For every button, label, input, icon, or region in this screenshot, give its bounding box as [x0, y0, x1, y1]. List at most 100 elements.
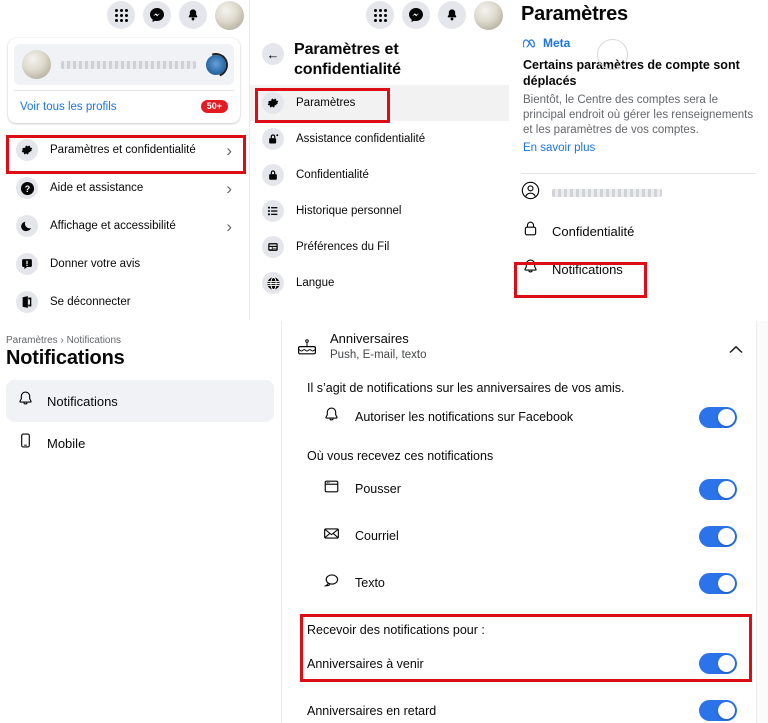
switch-profile-icon[interactable]: [206, 54, 226, 75]
messenger-icon[interactable]: [143, 1, 171, 29]
logout-icon: [16, 291, 38, 313]
birthday-section-subtitle: Push, E-mail, texto: [330, 349, 427, 362]
menu-item-label: Donner votre avis: [50, 258, 141, 270]
page-title: Paramètres: [521, 3, 628, 25]
channel-label: Texto: [355, 576, 385, 591]
menu-item-label: Affichage et accessibilité: [50, 220, 176, 232]
settings-item-confidentialite[interactable]: Confidentialité: [250, 157, 509, 193]
learn-more-link[interactable]: En savoir plus: [523, 142, 754, 154]
receive-toggle-belated[interactable]: [699, 700, 737, 722]
menu-item-settings-privacy[interactable]: Paramètres et confidentialité ›: [8, 131, 240, 169]
birthday-section: Anniversaires Push, E-mail, texto Il s’a…: [282, 321, 768, 722]
settings-privacy-title: Paramètres et confidentialité: [294, 41, 401, 78]
meta-logo-icon: [523, 38, 535, 47]
menu-item-label: Aide et assistance: [50, 182, 144, 194]
nav-item-mobile[interactable]: Mobile: [6, 422, 274, 464]
grid-menu-icon[interactable]: [107, 1, 135, 29]
settings-item-label: Préférences du Fil: [296, 241, 390, 254]
settings-privacy-header: ← Paramètres et confidentialité: [250, 30, 509, 85]
channel-toggle-push[interactable]: [699, 478, 737, 500]
see-all-profiles-label: Voir tous les profils: [20, 100, 117, 113]
bell-icon[interactable]: [179, 1, 207, 29]
placeholder-image-circle: [597, 39, 628, 70]
allow-facebook-notifications-toggle[interactable]: [699, 406, 737, 428]
meta-card-title: Certains paramètres de compte sont dépla…: [523, 58, 740, 89]
birthday-cake-icon: [296, 331, 318, 363]
channel-toggle-email[interactable]: [699, 525, 737, 547]
lock-icon: [262, 164, 284, 187]
channel-row-email[interactable]: Courriel: [322, 524, 743, 548]
channel-row-push[interactable]: Pousser: [322, 477, 743, 501]
mobile-phone-icon: [16, 431, 35, 455]
channel-toggle-sms[interactable]: [699, 572, 737, 594]
settings-item-privacy-checkup[interactable]: Assistance confidentialité: [250, 121, 509, 157]
nav-item-label: Mobile: [47, 435, 86, 451]
envelope-icon: [322, 524, 341, 548]
grid-menu-icon[interactable]: [366, 1, 394, 29]
facebook-top-bar-left: [0, 0, 248, 30]
meta-account-center-card: Meta Certains paramètres de compte sont …: [509, 34, 768, 164]
settings-privacy-items: Paramètres Assistance confidentialité Co…: [250, 85, 509, 301]
menu-item-label: Se déconnecter: [50, 296, 131, 308]
facebook-top-bar-middle: [250, 0, 509, 30]
menu-item-help-support[interactable]: ? Aide et assistance ›: [8, 169, 240, 207]
settings-page-panel: Paramètres Meta Certains paramètres de c…: [509, 0, 768, 320]
menu-item-label: Paramètres et confidentialité: [50, 144, 196, 156]
settings-privacy-panel: ← Paramètres et confidentialité Paramètr…: [249, 0, 509, 320]
settings-item-label: Paramètres: [296, 97, 356, 110]
current-profile-row[interactable]: [14, 44, 234, 85]
meta-brand: Meta: [523, 36, 754, 50]
menu-item-display-accessibility[interactable]: Affichage et accessibilité ›: [8, 207, 240, 245]
allow-facebook-notifications-row[interactable]: Autoriser les notifications sur Facebook: [322, 405, 743, 429]
settings-item-feed-preferences[interactable]: Préférences du Fil: [250, 229, 509, 265]
account-menu-panel: Voir tous les profils 50+ Paramètres et …: [0, 0, 248, 320]
avatar[interactable]: [215, 0, 244, 30]
chevron-up-icon[interactable]: [729, 331, 743, 357]
notifications-nav-items: Notifications Mobile: [0, 380, 280, 464]
meta-card-body: Bientôt, le Centre des comptes sera le p…: [523, 93, 754, 136]
bell-icon[interactable]: [438, 1, 466, 29]
settings-item-label: Historique personnel: [296, 205, 402, 218]
receive-row-label: Anniversaires à venir: [307, 656, 424, 671]
meta-brand-label: Meta: [543, 36, 571, 50]
avatar[interactable]: [474, 0, 503, 30]
settings-nav-notifications[interactable]: Notifications: [509, 250, 768, 288]
settings-nav-label: Confidentialité: [552, 223, 635, 239]
settings-nav-account[interactable]: [509, 174, 768, 212]
channel-row-sms[interactable]: Texto: [322, 571, 743, 595]
menu-item-feedback[interactable]: Donner votre avis: [8, 245, 240, 283]
gear-icon: [262, 92, 284, 115]
messenger-icon[interactable]: [402, 1, 430, 29]
back-arrow-icon[interactable]: ←: [262, 43, 284, 65]
nav-item-label: Notifications: [47, 393, 118, 409]
settings-page-nav: Confidentialité Notifications: [509, 174, 768, 288]
chevron-right-icon: ›: [226, 140, 232, 160]
account-menu-items: Paramètres et confidentialité › ? Aide e…: [0, 131, 248, 321]
settings-item-parametres[interactable]: Paramètres: [250, 85, 509, 122]
receive-toggle-upcoming[interactable]: [699, 653, 737, 675]
see-all-profiles-row[interactable]: Voir tous les profils 50+: [14, 90, 234, 119]
menu-item-logout[interactable]: Se déconnecter: [8, 283, 240, 321]
profiles-count-badge: 50+: [200, 100, 228, 113]
birthday-description: Il s’agit de notifications sur les anniv…: [307, 381, 625, 396]
settings-item-langue[interactable]: Langue: [250, 265, 509, 301]
birthday-notifications-panel: Anniversaires Push, E-mail, texto Il s’a…: [281, 321, 768, 723]
birthday-section-header[interactable]: Anniversaires Push, E-mail, texto: [296, 331, 743, 363]
scrollbar[interactable]: [756, 321, 768, 723]
receive-row-label: Anniversaires en retard: [307, 703, 437, 718]
receive-row-belated[interactable]: Anniversaires en retard: [307, 700, 743, 722]
page-title: Notifications: [6, 347, 125, 369]
feedback-icon: [16, 253, 38, 275]
chevron-right-icon: ›: [226, 178, 232, 198]
settings-nav-confidentialite[interactable]: Confidentialité: [509, 212, 768, 250]
settings-item-label: Assistance confidentialité: [296, 133, 426, 146]
notifications-nav-panel: Paramètres › Notifications Notifications…: [0, 321, 280, 723]
svg-text:?: ?: [24, 183, 29, 193]
receive-row-upcoming[interactable]: Anniversaires à venir: [307, 653, 743, 675]
settings-item-activity-log[interactable]: Historique personnel: [250, 193, 509, 229]
account-menu-card: Voir tous les profils 50+: [8, 38, 240, 123]
nav-item-notifications[interactable]: Notifications: [6, 380, 274, 422]
allow-facebook-notifications-label: Autoriser les notifications sur Facebook: [355, 410, 574, 425]
activity-log-icon: [262, 200, 284, 223]
birthday-section-title: Anniversaires: [330, 331, 409, 346]
